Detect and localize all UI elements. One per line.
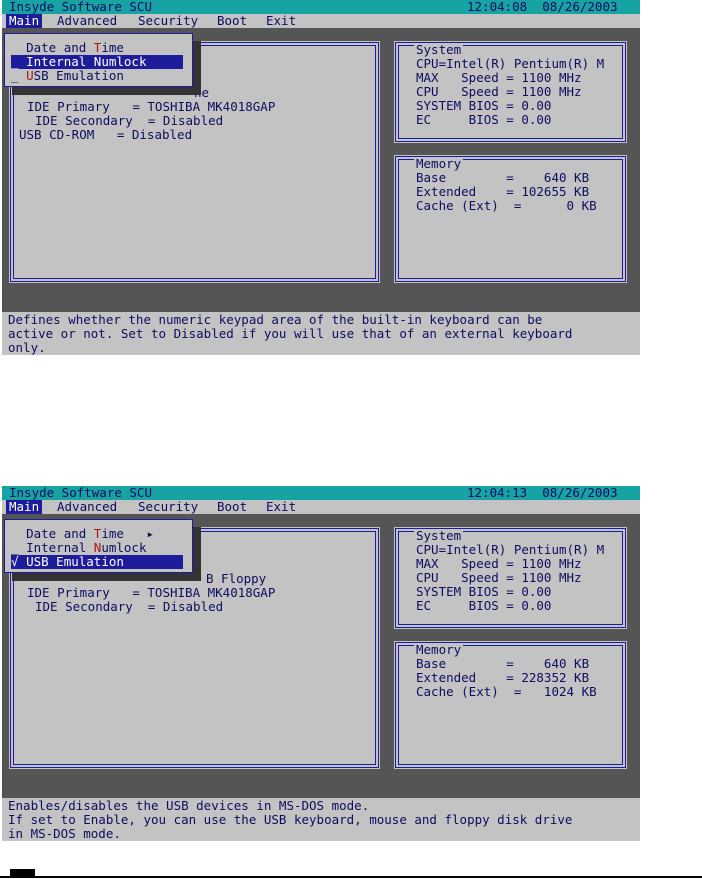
title-bar: Insyde Software SCU 12:04:08 08/26/2003 (2, 0, 640, 14)
menu-security[interactable]: Security (135, 14, 201, 28)
menu-item-usb-emulation[interactable]: _ USB Emulation (11, 69, 183, 83)
memory-label: Memory (414, 156, 464, 171)
menu-boot[interactable]: Boot (214, 500, 250, 514)
menu-main[interactable]: Main (6, 500, 43, 514)
help-line-2: active or not. Set to Disabled if you wi… (8, 326, 573, 341)
cache-memory-line: Cache (Ext) = 1024 KB (416, 684, 597, 699)
help-text-area: Enables/disables the USB devices in MS-D… (2, 798, 640, 841)
system-label: System (414, 42, 464, 57)
max-speed-line: MAX Speed = 1100 MHz (416, 556, 582, 571)
panel-fragment: ne (194, 85, 210, 100)
cpu-speed-line: CPU Speed = 1100 MHz (416, 84, 582, 99)
menu-advanced[interactable]: Advanced (54, 500, 120, 514)
submenu-arrow-icon: ▸ (123, 526, 155, 541)
base-memory-line: Base = 640 KB (416, 170, 590, 185)
title-bar: Insyde Software SCU 12:04:13 08/26/2003 (2, 486, 640, 500)
system-bios-line: SYSTEM BIOS = 0.00 (416, 584, 552, 599)
menu-item-internal-numlock[interactable]: _ Internal Numlock (11, 541, 183, 555)
menu-main[interactable]: Main (6, 14, 43, 28)
ec-bios-line: EC BIOS = 0.00 (416, 598, 552, 613)
help-line-3: in MS-DOS mode. (8, 826, 121, 841)
base-memory-line: Base = 640 KB (416, 656, 590, 671)
help-line-1: Defines whether the numeric keypad area … (8, 312, 543, 327)
main-dropdown-menu: Date and Time ▸ _ Internal Numlock √ USB… (4, 519, 193, 573)
app-title: Insyde Software SCU (9, 0, 152, 14)
setting-ide-primary[interactable]: IDE Primary = TOSHIBA MK4018GAP (27, 100, 275, 114)
main-dropdown-menu: Date and Time _ Internal Numlock _ USB E… (4, 33, 193, 87)
app-title: Insyde Software SCU (9, 485, 152, 500)
ec-bios-line: EC BIOS = 0.00 (416, 112, 552, 127)
max-speed-line: MAX Speed = 1100 MHz (416, 70, 582, 85)
setting-usb-cdrom[interactable]: USB CD-ROM = Disabled (19, 128, 192, 142)
menu-bar: Main Advanced Security Boot Exit (2, 500, 640, 514)
checkmark-icon: √ (11, 554, 27, 569)
system-info-panel: System CPU=Intel(R) Pentium(R) M MAX Spe… (394, 41, 627, 143)
menu-item-date-time[interactable]: Date and Time (11, 41, 183, 55)
help-text-area: Defines whether the numeric keypad area … (2, 312, 640, 355)
bios-screen-2: Insyde Software SCU 12:04:13 08/26/2003 … (2, 486, 640, 841)
help-line-2: If set to Enable, you can use the USB ke… (8, 812, 573, 827)
cache-memory-line: Cache (Ext) = 0 KB (416, 198, 597, 213)
setting-ide-secondary[interactable]: IDE Secondary = Disabled (35, 600, 223, 614)
extended-memory-line: Extended = 228352 KB (416, 670, 590, 685)
cpu-line: CPU=Intel(R) Pentium(R) M (416, 542, 605, 557)
memory-info-panel: Memory Base = 640 KB Extended = 228352 K… (394, 641, 627, 769)
footer-divider (0, 876, 702, 878)
menu-exit[interactable]: Exit (263, 14, 299, 28)
panel-fragment: B Floppy (206, 571, 267, 586)
menu-security[interactable]: Security (135, 500, 201, 514)
cpu-speed-line: CPU Speed = 1100 MHz (416, 570, 582, 585)
clock: 12:04:08 08/26/2003 (467, 0, 618, 14)
memory-info-panel: Memory Base = 640 KB Extended = 102655 K… (394, 155, 627, 283)
system-bios-line: SYSTEM BIOS = 0.00 (416, 98, 552, 113)
bios-screen-1: Insyde Software SCU 12:04:08 08/26/2003 … (2, 0, 640, 355)
cpu-line: CPU=Intel(R) Pentium(R) M (416, 56, 605, 71)
help-line-1: Enables/disables the USB devices in MS-D… (8, 798, 370, 813)
system-label: System (414, 528, 464, 543)
menu-advanced[interactable]: Advanced (54, 14, 120, 28)
menu-item-date-time[interactable]: Date and Time ▸ (11, 527, 183, 541)
clock: 12:04:13 08/26/2003 (467, 485, 618, 500)
menu-boot[interactable]: Boot (214, 14, 250, 28)
help-line-3: only. (8, 340, 46, 355)
setting-ide-primary[interactable]: IDE Primary = TOSHIBA MK4018GAP (27, 586, 275, 600)
menu-item-usb-emulation[interactable]: √ USB Emulation (11, 555, 183, 569)
memory-label: Memory (414, 642, 464, 657)
setting-ide-secondary[interactable]: IDE Secondary = Disabled (35, 114, 223, 128)
menu-bar: Main Advanced Security Boot Exit (2, 14, 640, 28)
system-info-panel: System CPU=Intel(R) Pentium(R) M MAX Spe… (394, 527, 627, 629)
extended-memory-line: Extended = 102655 KB (416, 184, 590, 199)
menu-item-internal-numlock[interactable]: _ Internal Numlock (11, 55, 183, 69)
menu-exit[interactable]: Exit (263, 500, 299, 514)
